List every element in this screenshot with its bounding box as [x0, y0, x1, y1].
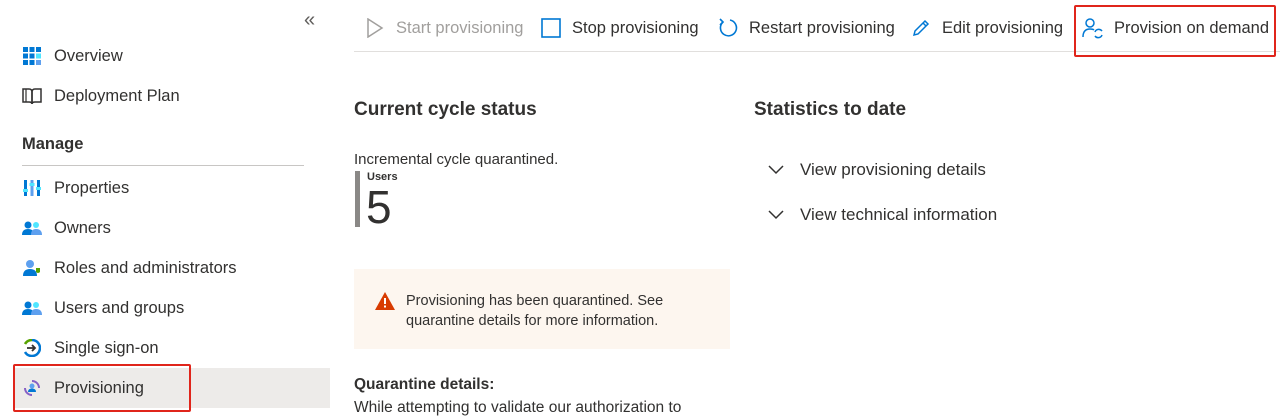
users-count-value: 5: [366, 181, 392, 233]
stop-provisioning-button[interactable]: Stop provisioning: [540, 10, 699, 46]
count-accent-bar: [355, 171, 360, 227]
sidebar-item-label: Overview: [54, 46, 123, 65]
sidebar: « Overview Deployment Plan Manage Proper…: [0, 0, 330, 418]
overview-grid-icon: [22, 46, 42, 66]
sidebar-item-single-sign-on[interactable]: Single sign-on: [14, 328, 330, 368]
sidebar-item-label: Roles and administrators: [54, 258, 237, 277]
chevron-down-icon: [768, 161, 786, 179]
play-icon: [364, 17, 386, 39]
owners-icon: [22, 218, 42, 238]
sidebar-item-properties[interactable]: Properties: [14, 168, 330, 208]
manage-section-heading: Manage: [22, 135, 84, 153]
stop-icon: [540, 17, 562, 39]
book-icon: [22, 86, 42, 106]
sidebar-item-label: Users and groups: [54, 298, 185, 317]
command-bar: Start provisioning Stop provisioning Res…: [354, 0, 1280, 52]
stop-provisioning-label: Stop provisioning: [572, 18, 699, 37]
sidebar-item-label: Provisioning: [54, 378, 144, 397]
sidebar-item-label: Properties: [54, 178, 130, 197]
quarantine-warning-banner: Provisioning has been quarantined. See q…: [354, 269, 730, 349]
sidebar-item-overview[interactable]: Overview: [14, 36, 330, 76]
edit-provisioning-button[interactable]: Edit provisioning: [910, 10, 1063, 46]
statistics-heading: Statistics to date: [754, 99, 907, 120]
restart-icon: [717, 17, 739, 39]
expander-label: View technical information: [800, 205, 998, 224]
sidebar-item-roles[interactable]: Roles and administrators: [14, 248, 330, 288]
expander-label: View provisioning details: [800, 160, 986, 179]
provision-on-demand-icon: [1082, 17, 1104, 39]
collapse-sidebar-button[interactable]: «: [304, 10, 315, 30]
sidebar-item-owners[interactable]: Owners: [14, 208, 330, 248]
sidebar-item-label: Single sign-on: [54, 338, 159, 357]
roles-icon: [22, 258, 42, 278]
warning-message: Provisioning has been quarantined. See q…: [406, 291, 663, 331]
view-technical-information-expander[interactable]: View technical information: [768, 202, 997, 228]
sidebar-item-users-and-groups[interactable]: Users and groups: [14, 288, 330, 328]
warning-line-2: quarantine details for more information.: [406, 313, 659, 329]
quarantine-details-heading: Quarantine details:: [354, 376, 495, 393]
provision-on-demand-label: Provision on demand: [1114, 18, 1270, 37]
sidebar-divider: [22, 165, 304, 166]
sidebar-item-provisioning[interactable]: Provisioning: [14, 368, 330, 408]
sso-icon: [22, 338, 42, 358]
warning-icon: [374, 291, 396, 311]
start-provisioning-button[interactable]: Start provisioning: [364, 10, 523, 46]
users-groups-icon: [22, 298, 42, 318]
quarantine-details-text: While attempting to validate our authori…: [354, 399, 682, 416]
warning-line-1: Provisioning has been quarantined. See: [406, 293, 664, 309]
sidebar-item-deployment-plan[interactable]: Deployment Plan: [14, 76, 330, 116]
cycle-status-text: Incremental cycle quarantined.: [354, 151, 559, 168]
sidebar-item-label: Deployment Plan: [54, 86, 180, 105]
provisioning-icon: [22, 378, 42, 398]
properties-icon: [22, 178, 42, 198]
provision-on-demand-button[interactable]: Provision on demand: [1082, 10, 1269, 46]
current-cycle-status-heading: Current cycle status: [354, 99, 537, 120]
start-provisioning-label: Start provisioning: [396, 18, 524, 37]
restart-provisioning-label: Restart provisioning: [749, 18, 895, 37]
chevron-down-icon: [768, 206, 786, 224]
sidebar-item-label: Owners: [54, 218, 111, 237]
view-provisioning-details-expander[interactable]: View provisioning details: [768, 157, 986, 183]
edit-provisioning-label: Edit provisioning: [942, 18, 1064, 37]
pencil-icon: [910, 17, 932, 39]
restart-provisioning-button[interactable]: Restart provisioning: [717, 10, 895, 46]
